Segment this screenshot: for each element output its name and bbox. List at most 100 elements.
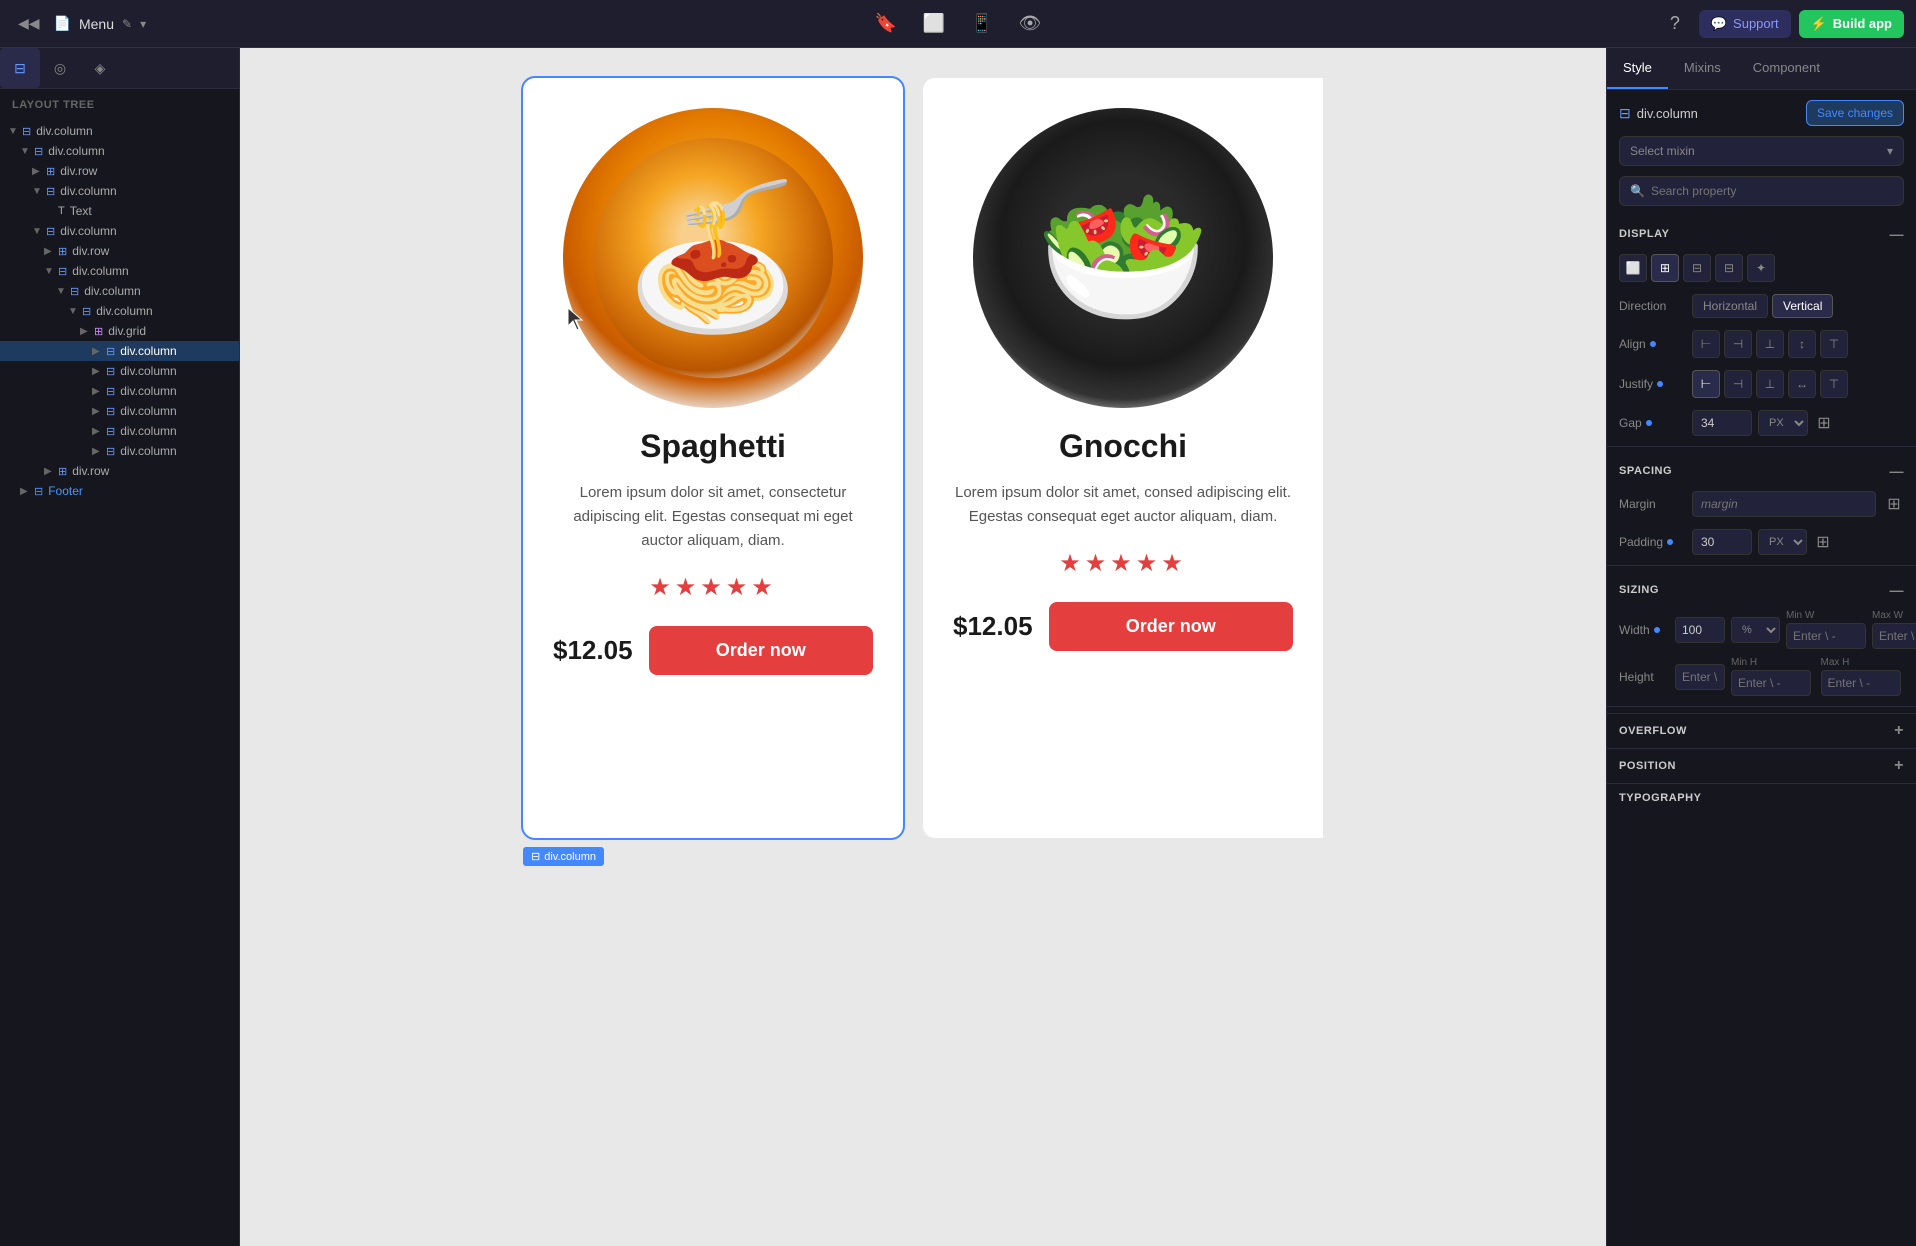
position-section[interactable]: POSITION + [1607, 748, 1916, 783]
min-max-h-group: Min H Max H [1731, 657, 1904, 696]
nav-back-button[interactable]: ◀◀ [12, 11, 46, 36]
card-1-order-button[interactable]: Order now [649, 626, 873, 675]
column-icon: ⊟ [106, 365, 115, 378]
justify-center-btn[interactable]: ⊣ [1724, 370, 1752, 398]
width-unit-select[interactable]: % PX [1731, 617, 1780, 643]
padding-value-input[interactable] [1692, 529, 1752, 555]
tree-item-7[interactable]: ▼ ⊟ div.column [0, 281, 239, 301]
canvas-area[interactable]: Spaghetti Lorem ipsum dolor sit amet, co… [240, 48, 1606, 1246]
tree-item-8[interactable]: ▼ ⊟ div.column [0, 301, 239, 321]
min-w-input[interactable] [1786, 623, 1866, 649]
tablet-view-icon[interactable]: ⬜ [918, 8, 950, 40]
margin-expand-btn[interactable]: ⊞ [1884, 494, 1904, 514]
gap-value-input[interactable] [1692, 410, 1752, 436]
build-app-button[interactable]: ⚡ Build app [1799, 10, 1904, 38]
tree-item-12[interactable]: ▶ ⊟ div.column [0, 421, 239, 441]
align-end-btn[interactable]: ⊥ [1756, 330, 1784, 358]
layout-block-btn[interactable]: ⬜ [1619, 254, 1647, 282]
typography-section[interactable]: TYPOGRAPHY [1607, 783, 1916, 812]
position-expand-btn[interactable]: + [1894, 757, 1904, 775]
tree-item-footer[interactable]: ▶ ⊟ Footer [0, 481, 239, 501]
tree-item-text[interactable]: ▶ T Text [0, 201, 239, 221]
tree-item-11[interactable]: ▶ ⊟ div.column [0, 401, 239, 421]
tree-item-5[interactable]: ▶ ⊞ div.row [0, 241, 239, 261]
edit-icon[interactable]: ✎ [122, 17, 132, 31]
save-changes-button[interactable]: Save changes [1806, 100, 1904, 126]
layout-flex-h-btn[interactable]: ⊞ [1651, 254, 1679, 282]
bookmark-view-icon[interactable]: 🔖 [870, 8, 902, 40]
margin-input[interactable] [1692, 491, 1876, 517]
sizing-collapse-button[interactable]: — [1889, 582, 1904, 598]
height-value-input[interactable] [1675, 664, 1725, 690]
phone-view-icon[interactable]: 📱 [966, 8, 998, 40]
align-stretch-btn[interactable]: ↕ [1788, 330, 1816, 358]
padding-unit-select[interactable]: PX % [1758, 529, 1807, 555]
align-baseline-btn[interactable]: ⊤ [1820, 330, 1848, 358]
direction-row: Direction Horizontal Vertical [1607, 290, 1916, 322]
tree-item-10[interactable]: ▶ ⊟ div.column [0, 381, 239, 401]
mixin-placeholder: Select mixin [1630, 144, 1695, 158]
sizing-section-header: SIZING — [1607, 572, 1916, 606]
tree-item-grid[interactable]: ▶ ⊞ div.grid [0, 321, 239, 341]
gap-unit-select[interactable]: PX % em [1758, 410, 1808, 436]
tab-component[interactable]: Component [1737, 48, 1836, 89]
layout-flex-v-btn[interactable]: ⊟ [1715, 254, 1743, 282]
max-w-input[interactable] [1872, 623, 1916, 649]
width-value-input[interactable] [1675, 617, 1725, 643]
tab-mixins[interactable]: Mixins [1668, 48, 1737, 89]
card-2[interactable]: Gnocchi Lorem ipsum dolor sit amet, cons… [923, 78, 1323, 838]
justify-row: Justify ⊢ ⊣ ⊥ ↔ ⊤ [1607, 366, 1916, 402]
arrow-icon: ▶ [32, 166, 46, 177]
tree-item-13[interactable]: ▶ ⊟ div.column [0, 441, 239, 461]
arrow-icon: ▼ [20, 146, 34, 157]
card-2-order-button[interactable]: Order now [1049, 602, 1293, 651]
align-center-btn[interactable]: ⊣ [1724, 330, 1752, 358]
tree-item-root[interactable]: ▼ ⊟ div.column [0, 121, 239, 141]
display-label: DISPLAY [1619, 228, 1670, 240]
margin-row: Margin ⊞ [1607, 487, 1916, 521]
justify-start-btn[interactable]: ⊢ [1692, 370, 1720, 398]
tree-item-selected[interactable]: ▶ ⊟ div.column [0, 341, 239, 361]
dropdown-arrow-icon[interactable]: ▾ [140, 17, 146, 31]
padding-expand-btn[interactable]: ⊞ [1813, 532, 1833, 552]
direction-vertical-btn[interactable]: Vertical [1772, 294, 1833, 318]
justify-space-around-btn[interactable]: ⊤ [1820, 370, 1848, 398]
card-1-title: Spaghetti [640, 428, 786, 465]
tree-item-9[interactable]: ▶ ⊟ div.column [0, 361, 239, 381]
overflow-section[interactable]: OVERFLOW + [1607, 713, 1916, 748]
arrow-icon: ▶ [44, 466, 58, 477]
display-collapse-button[interactable]: — [1889, 226, 1904, 242]
support-button[interactable]: 💬 Support [1699, 10, 1791, 38]
align-start-btn[interactable]: ⊢ [1692, 330, 1720, 358]
search-property-input[interactable] [1651, 184, 1893, 198]
spacing-collapse-button[interactable]: — [1889, 463, 1904, 479]
min-w-group: Min W [1786, 610, 1866, 649]
layout-grid-btn[interactable]: ⊟ [1683, 254, 1711, 282]
preview-icon[interactable]: 👁 [1014, 8, 1046, 40]
tab-style[interactable]: Style [1607, 48, 1668, 89]
tree-item-3[interactable]: ▼ ⊟ div.column [0, 181, 239, 201]
tree-item-4[interactable]: ▼ ⊟ div.column [0, 221, 239, 241]
max-h-input[interactable] [1821, 670, 1901, 696]
mixin-select[interactable]: Select mixin ▾ [1619, 136, 1904, 166]
justify-space-between-btn[interactable]: ↔ [1788, 370, 1816, 398]
assets-tab[interactable]: ◈ [80, 48, 120, 88]
layout-tree-tab[interactable]: ⊟ [0, 48, 40, 88]
justify-end-btn[interactable]: ⊥ [1756, 370, 1784, 398]
tree-item-1[interactable]: ▼ ⊟ div.column [0, 141, 239, 161]
components-tab[interactable]: ◎ [40, 48, 80, 88]
direction-horizontal-btn[interactable]: Horizontal [1692, 294, 1768, 318]
gap-expand-btn[interactable]: ⊞ [1814, 413, 1834, 433]
tree-item-row-3[interactable]: ▶ ⊞ div.row [0, 461, 239, 481]
tree-item-2[interactable]: ▶ ⊞ div.row [0, 161, 239, 181]
tree-item-6[interactable]: ▼ ⊟ div.column [0, 261, 239, 281]
layout-custom-btn[interactable]: ✦ [1747, 254, 1775, 282]
display-layout-row: ⬜ ⊞ ⊟ ⊟ ✦ [1607, 250, 1916, 286]
doc-title[interactable]: 📄 Menu ✎ [54, 15, 133, 32]
padding-row: Padding PX % ⊞ [1607, 525, 1916, 559]
card-1[interactable]: Spaghetti Lorem ipsum dolor sit amet, co… [523, 78, 903, 838]
overflow-expand-btn[interactable]: + [1894, 722, 1904, 740]
min-h-input[interactable] [1731, 670, 1811, 696]
help-icon[interactable]: ? [1659, 8, 1691, 40]
column-icon: ⊟ [70, 285, 79, 298]
